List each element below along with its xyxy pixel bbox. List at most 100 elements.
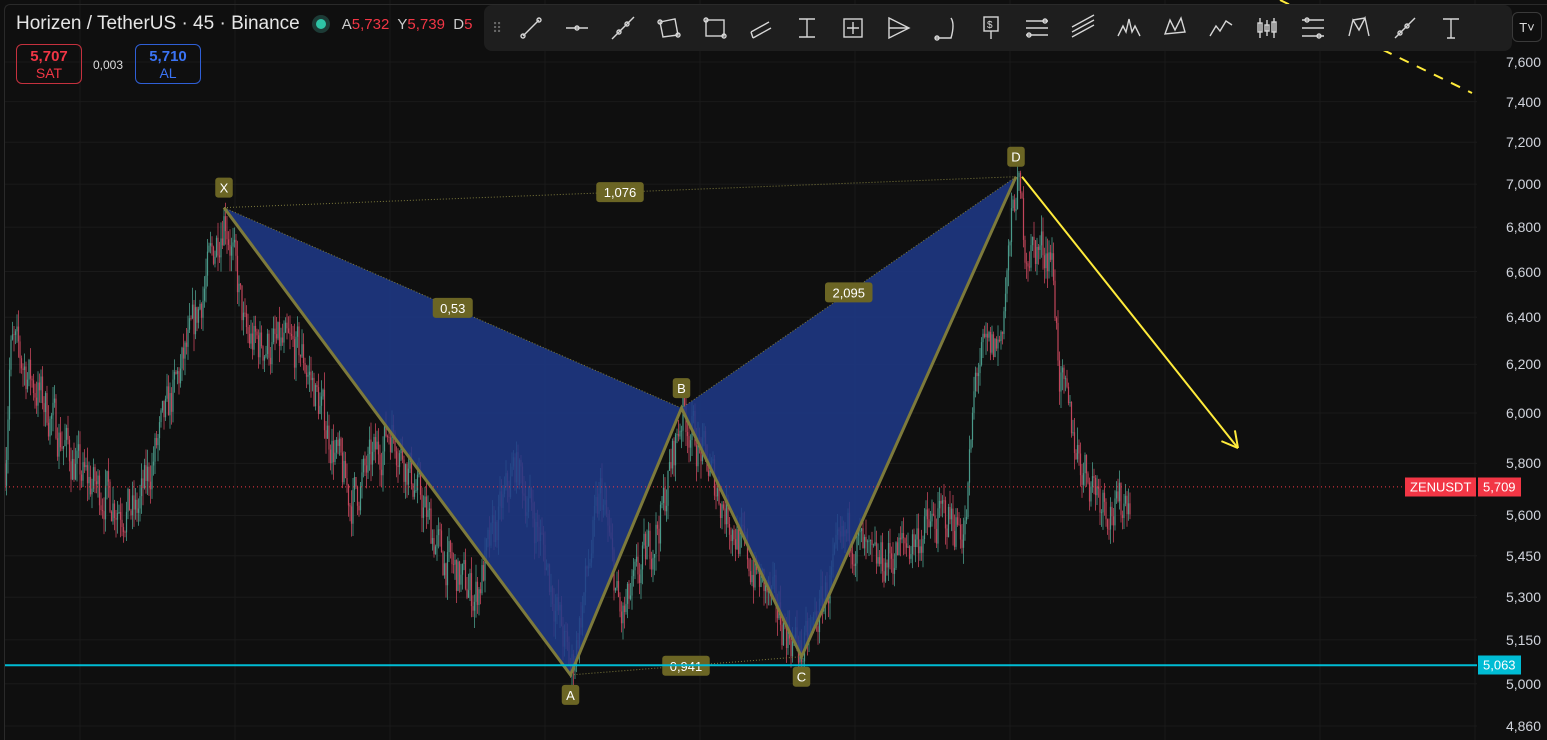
candle-body <box>856 535 858 564</box>
horizontal-ray-icon[interactable] <box>554 10 600 46</box>
candle-body <box>230 246 233 256</box>
drag-handle-icon[interactable]: ⠿ <box>492 20 508 37</box>
candle-body <box>355 476 357 487</box>
candle-body <box>952 508 954 531</box>
extended-line-icon[interactable] <box>600 10 646 46</box>
candle-body <box>395 451 398 466</box>
candle-body <box>733 530 735 540</box>
candle-body <box>659 504 662 544</box>
candle-body <box>161 400 164 411</box>
ohlc-value: 5 <box>464 15 473 33</box>
candle-body <box>214 256 216 264</box>
candle-body <box>1115 491 1118 499</box>
candle-body <box>121 519 123 528</box>
candle-body <box>925 509 927 517</box>
candle-body <box>670 462 672 469</box>
polygon-icon[interactable] <box>646 10 692 46</box>
candle-body <box>197 309 200 323</box>
candle-body <box>895 542 897 569</box>
point-label-d: D <box>1007 146 1025 167</box>
candle-body <box>170 393 173 412</box>
sell-button[interactable]: 5,707 SAT <box>16 44 82 84</box>
candle-body <box>929 521 932 528</box>
trend-line-icon[interactable] <box>508 10 554 46</box>
candle-body <box>635 556 638 562</box>
cypher-pattern-icon[interactable] <box>1336 10 1382 46</box>
pitchfork-icon[interactable] <box>876 10 922 46</box>
head-and-shoulders-icon[interactable] <box>1106 10 1152 46</box>
candle-body <box>100 505 102 511</box>
candle-body <box>718 488 720 504</box>
buy-button[interactable]: 5,710 AL <box>135 44 201 84</box>
price-range-icon[interactable] <box>830 10 876 46</box>
xabcd-pattern-icon[interactable] <box>1152 10 1198 46</box>
candle-body <box>1117 491 1119 502</box>
fib-channel-icon[interactable] <box>1060 10 1106 46</box>
rectangle-icon[interactable] <box>692 10 738 46</box>
candle-body <box>254 325 257 332</box>
candle-body <box>1021 193 1023 199</box>
point-label-d-text: D <box>1011 150 1020 165</box>
candle-body <box>707 470 710 476</box>
candle-body <box>154 438 156 462</box>
y-tick-label: 5,000 <box>1505 675 1541 692</box>
candle-body <box>1036 246 1038 264</box>
price-chart[interactable]: 0,53 2,095 1,076 0,941 X A B C D <box>0 0 1547 740</box>
candle-body <box>916 528 918 540</box>
candle-body <box>106 471 108 486</box>
elliott-wave-icon[interactable] <box>1198 10 1244 46</box>
candle-body <box>344 460 347 479</box>
candle-body <box>310 371 312 381</box>
candle-body <box>457 561 459 591</box>
measure-icon[interactable] <box>784 10 830 46</box>
candle-body <box>80 474 83 481</box>
candle-body <box>62 445 65 449</box>
candle-body <box>851 553 854 565</box>
candle-body <box>266 333 269 354</box>
text-icon[interactable] <box>1428 10 1474 46</box>
candle-body <box>991 334 993 353</box>
y-tick-label: 6,400 <box>1505 309 1541 326</box>
candle-body <box>1052 253 1055 281</box>
candle-body <box>362 458 365 473</box>
candle-body <box>77 444 80 451</box>
candle-body <box>988 332 990 338</box>
parallel-channel-icon[interactable] <box>738 10 784 46</box>
candle-body <box>235 239 237 256</box>
sell-price: 5,707 <box>30 48 68 65</box>
fib-retracement-icon[interactable] <box>1014 10 1060 46</box>
point-label-c-text: C <box>797 670 806 685</box>
candle-body <box>349 505 351 507</box>
price-label-icon[interactable]: $ <box>968 10 1014 46</box>
arc-icon[interactable] <box>922 10 968 46</box>
candle-body <box>268 333 270 358</box>
pattern-triangle-xab <box>224 207 682 675</box>
candle-body <box>650 558 653 570</box>
point-label-b-text: B <box>677 381 686 396</box>
candle-body <box>1079 453 1082 476</box>
candle-body <box>983 333 986 338</box>
timezone-button[interactable]: T ˅ <box>1512 12 1542 42</box>
info-line-icon[interactable] <box>1382 10 1428 46</box>
candle-body <box>1069 401 1071 404</box>
candle-body <box>617 581 620 597</box>
candle-body <box>125 511 128 533</box>
candle-body <box>286 322 288 329</box>
candle-body <box>616 581 618 588</box>
candle-body <box>317 387 320 414</box>
candle-body <box>275 334 278 339</box>
symbol-title[interactable]: Horizen / TetherUS · 45 · Binance <box>16 13 300 35</box>
candle-body <box>473 601 476 611</box>
candle-body <box>190 318 192 319</box>
candle-body <box>212 246 215 264</box>
candles-icon[interactable] <box>1244 10 1290 46</box>
regression-trend-icon[interactable] <box>1290 10 1336 46</box>
candle-body <box>289 332 291 335</box>
candle-body <box>1078 445 1080 454</box>
candle-body <box>941 500 944 504</box>
candle-body <box>112 503 114 522</box>
candle-body <box>853 564 855 566</box>
candle-body <box>160 410 162 423</box>
candle-body <box>223 216 225 246</box>
candle-body <box>19 341 21 359</box>
